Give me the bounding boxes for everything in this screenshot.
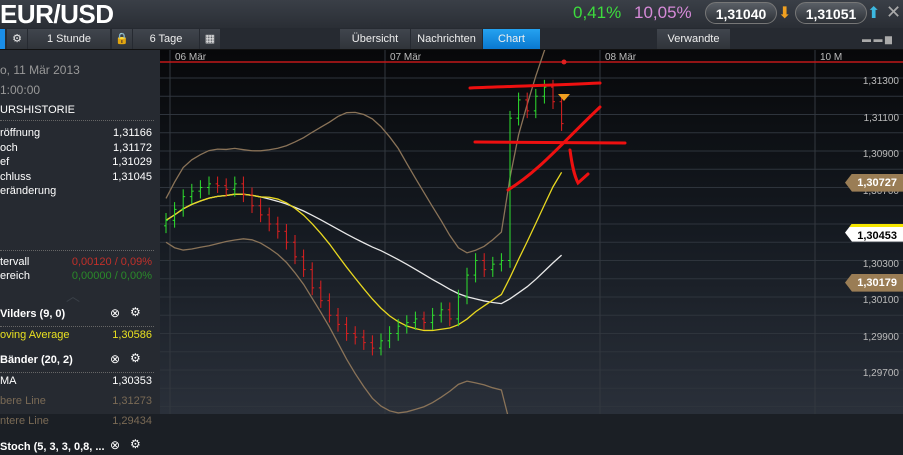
bollinger-lower-line bbox=[165, 238, 509, 414]
bb-upper-label: bere Line bbox=[0, 395, 46, 407]
interval-label: tervall bbox=[0, 256, 30, 268]
date-label: o, 11 Mär 2013 bbox=[0, 63, 80, 77]
range-value: 0,00000 / 0,00% bbox=[71, 270, 152, 282]
ohlc-value: 1,31172 bbox=[113, 141, 152, 154]
divider bbox=[0, 326, 154, 327]
related-button[interactable]: Verwandte bbox=[657, 29, 730, 49]
ohlc-label: och bbox=[0, 141, 18, 154]
alert-marker-icon bbox=[558, 94, 570, 101]
price-history-panel: o, 11 Mär 2013 1:00:00 URSHISTORIE röffn… bbox=[0, 50, 160, 453]
interval-row: tervall 0,00120 / 0,09% bbox=[0, 255, 154, 270]
ohlc-value: 1,31045 bbox=[112, 170, 152, 183]
ohlc-value: 1,31029 bbox=[112, 156, 152, 168]
ohlc-value: 1,31166 bbox=[113, 127, 152, 139]
bb-ma-row: MA 1,30353 bbox=[0, 374, 154, 389]
ma-row: oving Average 1,30586 bbox=[0, 328, 154, 343]
date-tick: 10 M bbox=[820, 52, 843, 63]
drawn-resistance-line bbox=[468, 81, 602, 90]
ohlc-row: och 1,31172 bbox=[0, 141, 154, 156]
bb-ma-value: 1,30353 bbox=[112, 375, 152, 387]
ma-value: 1,30586 bbox=[112, 329, 152, 341]
price-tag: 1,30179 bbox=[845, 273, 903, 292]
bb-lower-value: 1,29434 bbox=[112, 415, 152, 427]
bb-upper-row: bere Line 1,31273 bbox=[0, 394, 154, 409]
remove-icon[interactable]: ⊗ bbox=[110, 352, 120, 366]
calendar-icon[interactable]: ▦ bbox=[200, 29, 220, 49]
date-tick: 06 Mär bbox=[175, 52, 207, 63]
price-chart[interactable]: 06 Mär 07 Mär 08 Mär 10 M 1,31300 1,31100 1,30… bbox=[160, 50, 903, 414]
drawn-down-arrow bbox=[568, 148, 590, 186]
sell-price-button[interactable]: 1,31040 bbox=[705, 2, 777, 24]
ohlc-label: chluss bbox=[0, 170, 32, 183]
lock-icon[interactable]: 🔒 bbox=[112, 29, 132, 49]
layout-icons[interactable]: ▬ ▬ ▆ bbox=[862, 34, 892, 45]
gear-icon[interactable]: ⚙ bbox=[130, 351, 141, 365]
range-label: ereich bbox=[0, 270, 30, 282]
price-tick: 1,31300 bbox=[862, 76, 899, 87]
indicator-title: Stoch (5, 3, 3, 0,8, ... bbox=[0, 441, 105, 453]
bb-lower-label: ntere Line bbox=[0, 415, 49, 427]
ma-label: oving Average bbox=[0, 329, 70, 341]
date-tick: 07 Mär bbox=[390, 52, 422, 63]
header: EUR/USD 0,41% 10,05% 1,31040 ⬇ 1,31051 ⬆… bbox=[0, 0, 903, 28]
collapse-icon[interactable]: ︿ bbox=[66, 286, 80, 306]
price-tag: 1,30727 bbox=[845, 173, 903, 192]
ohlc-label: röffnung bbox=[0, 127, 41, 139]
ohlc-row: chluss 1,31045 bbox=[0, 170, 154, 185]
bb-upper-value: 1,31273 bbox=[112, 395, 152, 407]
gear-icon[interactable]: ⚙ bbox=[130, 437, 141, 451]
date-tick: 08 Mär bbox=[605, 52, 637, 63]
moving-average-white bbox=[165, 193, 563, 305]
divider bbox=[0, 250, 154, 251]
interval-value: 0,00120 / 0,09% bbox=[71, 256, 152, 268]
gear-icon[interactable]: ⚙ bbox=[130, 305, 141, 319]
arrow-up-icon: ⬆ bbox=[867, 5, 881, 22]
price-tick: 1,29900 bbox=[862, 331, 899, 343]
time-label: 1:00:00 bbox=[0, 83, 41, 97]
instrument-title: EUR/USD bbox=[0, 0, 114, 29]
price-tick: 1,30100 bbox=[862, 295, 899, 306]
section-title: URSHISTORIE bbox=[0, 104, 75, 116]
price-tick: 1,29700 bbox=[862, 368, 899, 379]
moving-average-yellow bbox=[165, 171, 563, 332]
ohlc-label: eränderung bbox=[0, 185, 57, 197]
toolbar: ⚙ 1 Stunde 🔒 6 Tage ▦ Übersicht Nachrich… bbox=[0, 28, 903, 50]
ohlc-row: ef 1,31029 bbox=[0, 155, 154, 170]
active-indicator bbox=[0, 29, 5, 49]
remove-icon[interactable]: ⊗ bbox=[110, 306, 120, 320]
remove-icon[interactable]: ⊗ bbox=[110, 438, 120, 452]
change-percent: 0,41% bbox=[573, 3, 622, 22]
divider bbox=[0, 372, 154, 373]
ohlc-label: ef bbox=[0, 156, 10, 168]
close-icon[interactable]: ✕ bbox=[886, 2, 901, 23]
bb-lower-row: ntere Line 1,29434 bbox=[0, 414, 154, 429]
range-select[interactable]: 6 Tage bbox=[133, 29, 199, 49]
price-tick: 1,30300 bbox=[862, 258, 899, 270]
divider bbox=[0, 120, 154, 121]
range-row: ereich 0,00000 / 0,00% bbox=[0, 269, 154, 284]
interval-select[interactable]: 1 Stunde bbox=[28, 29, 110, 49]
chart-canvas[interactable] bbox=[160, 50, 903, 414]
volatility-percent: 10,05% bbox=[634, 3, 692, 22]
tab-news[interactable]: Nachrichten bbox=[411, 29, 482, 49]
price-tick: 1,31100 bbox=[863, 112, 899, 124]
buy-price-button[interactable]: 1,31051 bbox=[795, 2, 867, 24]
price-tag: 1,30453 bbox=[845, 223, 903, 242]
ohlc-row: eränderung bbox=[0, 184, 154, 199]
ohlc-row: röffnung 1,31166 bbox=[0, 126, 154, 141]
crosshair-dot bbox=[561, 59, 567, 65]
tab-overview[interactable]: Übersicht bbox=[340, 29, 410, 49]
gear-icon[interactable]: ⚙ bbox=[7, 29, 27, 49]
price-tick: 1,30900 bbox=[862, 149, 899, 160]
bb-ma-label: MA bbox=[0, 375, 17, 387]
drawn-support-line bbox=[473, 140, 627, 145]
tab-chart[interactable]: Chart bbox=[483, 29, 540, 49]
arrow-down-icon: ⬇ bbox=[778, 5, 792, 22]
